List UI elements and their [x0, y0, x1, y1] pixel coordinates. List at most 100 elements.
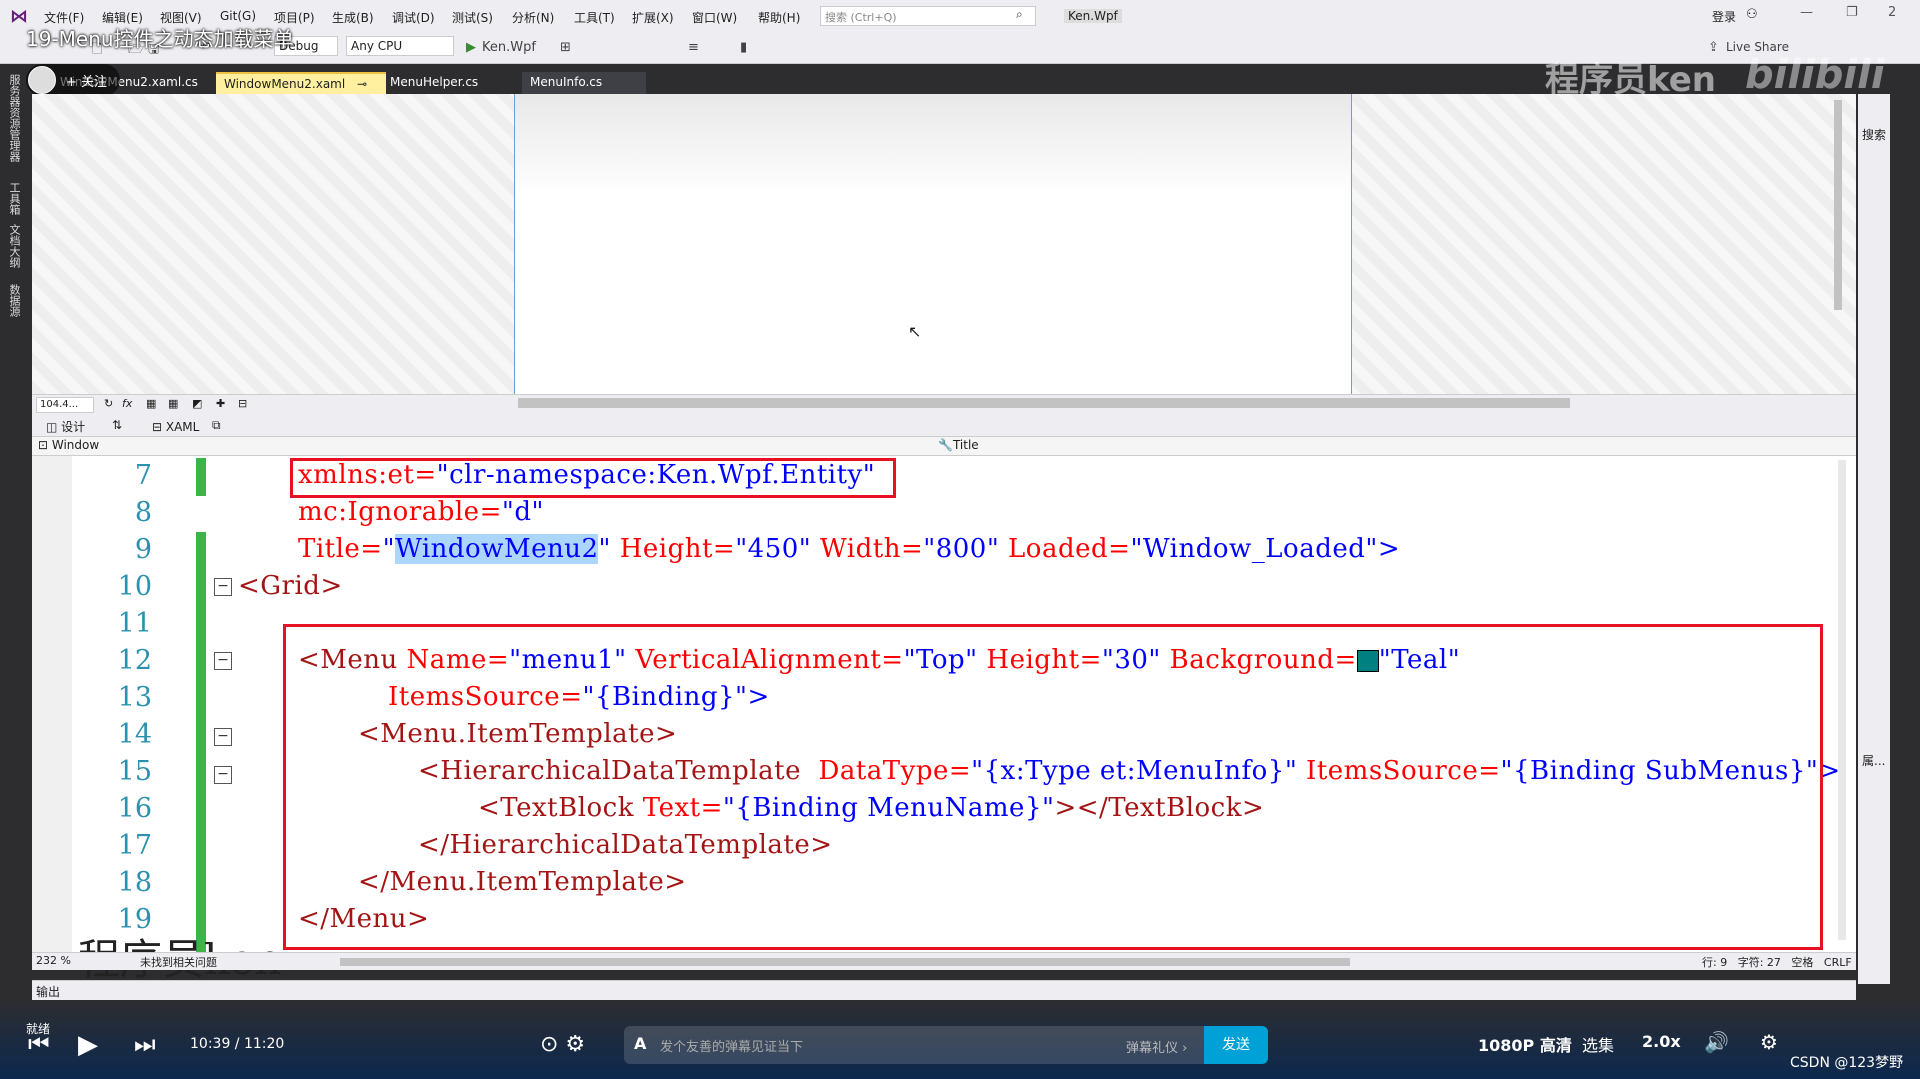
properties-label[interactable]: 属...: [1862, 752, 1885, 769]
menu-analyze[interactable]: 分析(N): [512, 9, 554, 26]
window-preview[interactable]: [514, 94, 1352, 394]
menu-debug[interactable]: 调试(D): [392, 9, 435, 26]
code-quote: ": [382, 534, 396, 564]
line-number: 11: [117, 608, 152, 639]
browser-link-icon[interactable]: ⊞: [560, 40, 571, 55]
change-indicator: [196, 458, 206, 496]
avatar[interactable]: [28, 66, 56, 94]
restore-icon[interactable]: ❐: [1846, 5, 1858, 20]
right-search-label[interactable]: 搜索: [1862, 126, 1886, 143]
episodes-button[interactable]: 选集: [1582, 1032, 1614, 1056]
bilibili-logo: bilibili: [1745, 52, 1885, 98]
element-nav-label: Window: [51, 438, 100, 452]
toolbox-tab[interactable]: 工具箱: [8, 182, 22, 215]
tab-xaml[interactable]: ⊟ XAML: [152, 420, 199, 434]
space-status: 空格: [1791, 956, 1814, 969]
platform-dropdown[interactable]: Any CPU: [346, 36, 454, 56]
menu-tools[interactable]: 工具(T): [574, 9, 615, 26]
start-target-label[interactable]: Ken.Wpf: [482, 40, 536, 55]
danmaku-input[interactable]: 发个友善的弹幕见证当下: [624, 1026, 1204, 1064]
fold-toggle-icon[interactable]: −: [214, 578, 232, 596]
refresh-icon[interactable]: ↻: [104, 397, 113, 410]
send-button[interactable]: 发送: [1204, 1026, 1268, 1064]
line-number: 9: [134, 534, 152, 565]
code-attr: Loaded=: [999, 534, 1131, 564]
menu-test[interactable]: 测试(S): [452, 9, 493, 26]
danmaku-style-icon[interactable]: A: [634, 1034, 646, 1053]
element-nav-dropdown[interactable]: ⊡ Window: [38, 438, 99, 452]
project-code-icon[interactable]: ⊟: [238, 397, 247, 410]
snap-grid-icon[interactable]: ▦: [168, 397, 178, 410]
code-attr: Width=: [811, 534, 924, 564]
grid-icon[interactable]: ▦: [146, 397, 156, 410]
code-line-10[interactable]: <Grid>: [238, 571, 343, 601]
fold-toggle-icon[interactable]: −: [214, 766, 232, 784]
designer-horizontal-scrollbar[interactable]: [518, 398, 1570, 408]
editor-margin: [32, 456, 72, 952]
settings-icon[interactable]: ⚙: [1760, 1030, 1778, 1054]
line-number: 14: [117, 719, 152, 750]
toggle-artboard-icon[interactable]: ◩: [192, 397, 202, 410]
fx-icon[interactable]: fx: [122, 397, 132, 410]
speed-selector[interactable]: 2.0x: [1642, 1032, 1681, 1051]
tab-design[interactable]: ◫ 设计: [46, 418, 85, 435]
code-value: "d": [501, 497, 544, 527]
play-icon[interactable]: ▶: [78, 1030, 98, 1060]
menu-window[interactable]: 窗口(W): [692, 9, 737, 26]
danmaku-etiquette-link[interactable]: 弹幕礼仪 ›: [1126, 1037, 1187, 1056]
code-value: "450": [735, 534, 812, 564]
search-icon[interactable]: ⌕: [1016, 7, 1023, 22]
login-link[interactable]: 登录: [1712, 8, 1736, 25]
menu-build[interactable]: 生成(B): [332, 9, 374, 26]
server-explorer-tab[interactable]: 服务器资源管理器: [8, 74, 22, 162]
menu-extensions[interactable]: 扩展(X): [632, 9, 674, 26]
danmaku-toggle-icon[interactable]: ⊙ ⚙: [540, 1032, 585, 1057]
editor-zoom[interactable]: 232 %: [36, 954, 71, 967]
tab-menuinfo-cs[interactable]: MenuInfo.cs: [522, 72, 646, 94]
data-sources-tab[interactable]: 数据源: [8, 284, 22, 317]
user-icon[interactable]: ⚇: [1746, 7, 1758, 22]
designer-vertical-scrollbar[interactable]: [1834, 100, 1842, 310]
[interactable]: ≡: [688, 40, 699, 55]
line-number: 16: [117, 793, 152, 824]
swap-panes-icon[interactable]: ⇅: [112, 418, 122, 432]
change-indicator: [196, 532, 206, 952]
right-side-strip: [1890, 64, 1920, 984]
pin-icon[interactable]: ⊸: [357, 77, 367, 91]
design-tab-label: 设计: [61, 420, 86, 434]
quality-selector[interactable]: 1080P 高清: [1478, 1032, 1572, 1056]
popout-icon[interactable]: ⧉: [212, 418, 221, 433]
code-line-8[interactable]: mc:Ignorable="d": [298, 497, 544, 527]
next-icon[interactable]: ⏭: [134, 1030, 156, 1058]
editor-vertical-scrollbar[interactable]: [1838, 460, 1846, 940]
code-quote: ": [598, 534, 611, 564]
editor-horizontal-scrollbar[interactable]: [340, 958, 1350, 966]
snap-lines-icon[interactable]: ✚: [216, 397, 225, 410]
issues-status[interactable]: 未找到相关问题: [140, 954, 217, 970]
volume-icon[interactable]: 🔊: [1704, 1030, 1729, 1054]
menu-git[interactable]: Git(G): [220, 9, 256, 23]
mouse-cursor-icon: ↖: [908, 322, 922, 341]
previous-icon[interactable]: ⏮: [28, 1030, 50, 1058]
member-nav-dropdown[interactable]: 🔧Title: [938, 438, 979, 452]
output-panel-header[interactable]: [32, 980, 1856, 1000]
design-tab-icon: ◫: [46, 420, 62, 434]
left-side-panel: 服务器资源管理器 工具箱 文档大纲 数据源: [0, 64, 30, 984]
code-attr: Height=: [610, 534, 736, 564]
fold-toggle-icon[interactable]: −: [214, 652, 232, 670]
tab-windowmenu2-xaml[interactable]: WindowMenu2.xaml ⊸ ✕: [216, 72, 386, 105]
code-line-9[interactable]: Title="WindowMenu2" Height="450" Width="…: [298, 534, 1400, 564]
tab-label: WindowMenu2.xaml: [224, 77, 346, 91]
bookmark-icon[interactable]: ▮: [740, 40, 747, 55]
designer-zoom-dropdown[interactable]: 104.4...: [36, 397, 94, 413]
document-outline-tab[interactable]: 文档大纲: [8, 224, 22, 268]
tab-menuhelper-cs[interactable]: MenuHelper.cs: [382, 72, 522, 94]
search-input[interactable]: 搜索 (Ctrl+Q): [820, 6, 1036, 26]
minimize-icon[interactable]: —: [1800, 5, 1813, 20]
menu-help[interactable]: 帮助(H): [758, 9, 800, 26]
output-label[interactable]: 输出: [36, 983, 60, 1000]
csdn-watermark: CSDN @123梦野: [1790, 1055, 1904, 1071]
start-icon[interactable]: ▶: [466, 40, 476, 55]
help-badge[interactable]: 2: [1888, 5, 1896, 20]
fold-toggle-icon[interactable]: −: [214, 728, 232, 746]
